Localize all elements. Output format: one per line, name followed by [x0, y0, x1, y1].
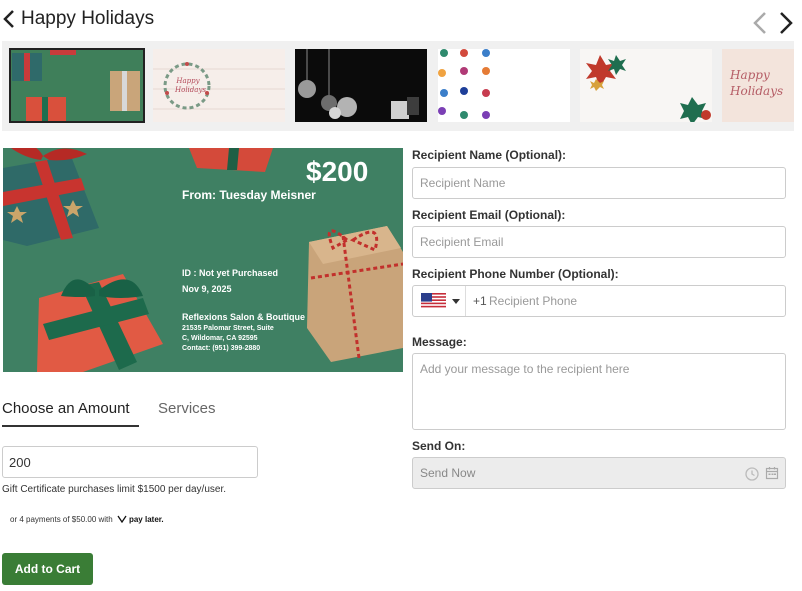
amount-input[interactable] [2, 446, 258, 478]
card-contact: Contact: (951) 399-2880 [182, 345, 261, 352]
thumbnail-label: Happy Holidays [175, 77, 206, 94]
chevron-right-icon[interactable] [778, 11, 794, 35]
message-label: Message: [412, 335, 467, 349]
send-on-value: Send Now [420, 466, 476, 480]
ornaments-image [295, 49, 427, 122]
recipient-phone-input[interactable] [489, 287, 779, 315]
thumbnail-hanging-ornaments[interactable] [438, 49, 570, 122]
card-address-line1: 21535 Palomar Street, Suite [182, 325, 274, 332]
gift-boxes-image [10, 49, 144, 122]
header: Happy Holidays [0, 0, 802, 40]
card-business-name: Reflexions Salon & Boutique [182, 312, 306, 322]
thumbnail-wreath[interactable]: Happy Holidays [153, 49, 285, 122]
paylater-note: or 4 payments of $50.00 with pay later. [10, 515, 164, 524]
paylater-logo-icon [117, 515, 127, 524]
card-date: Nov 9, 2025 [182, 284, 232, 294]
thumbnail-strip: Happy Holidays Happy Holidays [2, 41, 794, 131]
limit-note: Gift Certificate purchases limit $1500 p… [2, 484, 226, 495]
send-on-label: Send On: [412, 439, 466, 453]
tab-services[interactable]: Services [158, 400, 216, 417]
card-amount: $200 [306, 156, 369, 187]
clock-icon[interactable] [745, 467, 759, 481]
paylater-brand[interactable]: pay later. [129, 515, 164, 524]
card-id: ID : Not yet Purchased [182, 268, 279, 278]
us-flag-icon [421, 293, 446, 309]
card-from: From: Tuesday Meisner [182, 188, 316, 202]
chevron-left-icon[interactable] [2, 9, 16, 29]
dial-code: +1 [473, 294, 487, 308]
message-textarea[interactable] [412, 353, 786, 430]
recipient-email-label: Recipient Email (Optional): [412, 208, 566, 222]
thumbnail-pink-card[interactable]: Happy Holidays [722, 49, 794, 122]
bows-image [580, 49, 712, 122]
gift-card-preview: $200 From: Tuesday Meisner ID : Not yet … [3, 148, 403, 372]
recipient-name-input[interactable] [412, 167, 786, 199]
thumbnail-bows[interactable] [580, 49, 712, 122]
recipient-phone-label: Recipient Phone Number (Optional): [412, 267, 619, 281]
recipient-name-label: Recipient Name (Optional): [412, 148, 567, 162]
thumbnail-label: Happy Holidays [730, 68, 784, 98]
hanging-ornaments-image [438, 49, 570, 122]
thumbnail-gift-boxes[interactable] [9, 48, 145, 123]
card-address-line2: C, Wildomar, CA 92595 [182, 335, 258, 342]
chevron-left-icon[interactable] [752, 11, 768, 35]
recipient-email-input[interactable] [412, 226, 786, 258]
calendar-icon[interactable] [765, 466, 779, 480]
phone-field: +1 [412, 285, 786, 317]
add-to-cart-button[interactable]: Add to Cart [2, 553, 93, 585]
thumbnail-ornaments[interactable] [295, 49, 427, 122]
send-on-field[interactable]: Send Now [412, 457, 786, 489]
tab-choose-amount[interactable]: Choose an Amount [2, 400, 139, 427]
country-selector[interactable] [413, 286, 466, 316]
wreath-image [153, 49, 285, 122]
page-title: Happy Holidays [21, 8, 155, 29]
paylater-text: or 4 payments of $50.00 with [10, 515, 113, 524]
chevron-down-icon [452, 299, 460, 304]
